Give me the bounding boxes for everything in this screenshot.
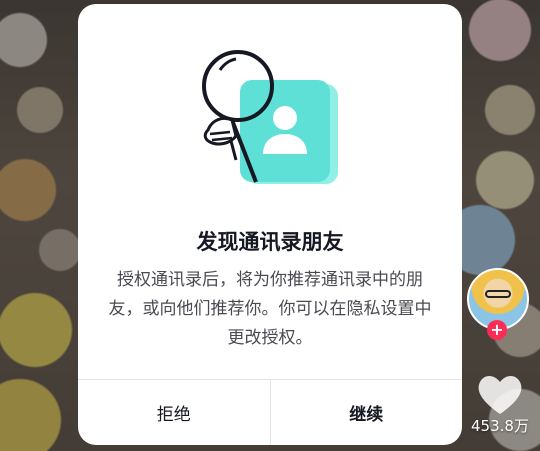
reject-button[interactable]: 拒绝 — [78, 380, 271, 445]
continue-button[interactable]: 继续 — [271, 380, 463, 445]
contacts-permission-dialog: 发现通讯录朋友 授权通讯录后，将为你推荐通讯录中的朋友，或向他们推荐你。你可以在… — [78, 4, 462, 445]
dialog-description: 授权通讯录后，将为你推荐通讯录中的朋友，或向他们推荐你。你可以在隐私设置中更改授… — [108, 270, 432, 348]
avatar-glasses — [485, 290, 511, 298]
follow-button[interactable]: + — [487, 320, 507, 340]
like-count: 453.8万 — [471, 417, 529, 435]
dialog-actions: 拒绝 继续 — [78, 379, 462, 445]
magnifier-contact-book-icon — [202, 50, 338, 184]
creator-avatar-group[interactable]: + — [467, 268, 529, 340]
dialog-title: 发现通讯录朋友 — [196, 230, 344, 254]
